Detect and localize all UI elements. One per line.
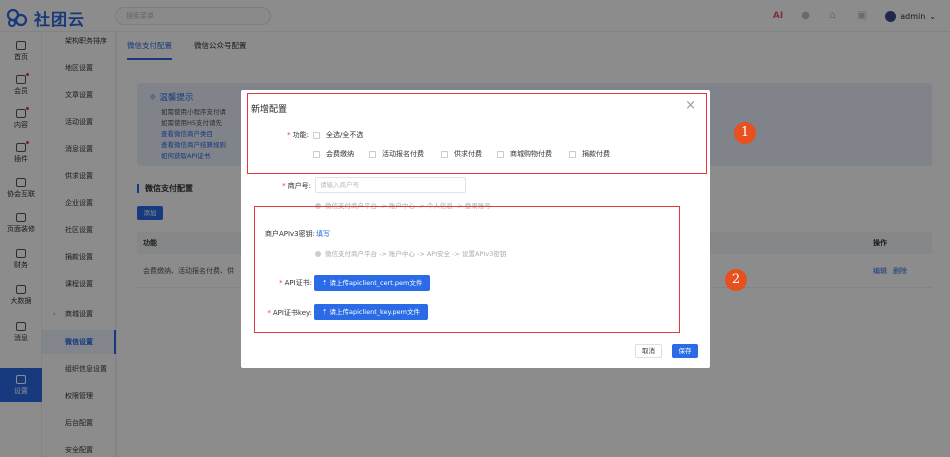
annotation-badge-2: 2 bbox=[725, 269, 747, 291]
annotation-badge-1: 1 bbox=[734, 122, 756, 144]
annotation-box-1 bbox=[247, 93, 707, 174]
cancel-button[interactable]: 取消 bbox=[635, 344, 662, 358]
save-button[interactable]: 保存 bbox=[672, 344, 698, 358]
annotation-box-2 bbox=[254, 206, 680, 333]
merchant-label: * 商户号: bbox=[282, 182, 311, 190]
merchant-id-input[interactable]: 请输入商户号 bbox=[315, 177, 466, 193]
